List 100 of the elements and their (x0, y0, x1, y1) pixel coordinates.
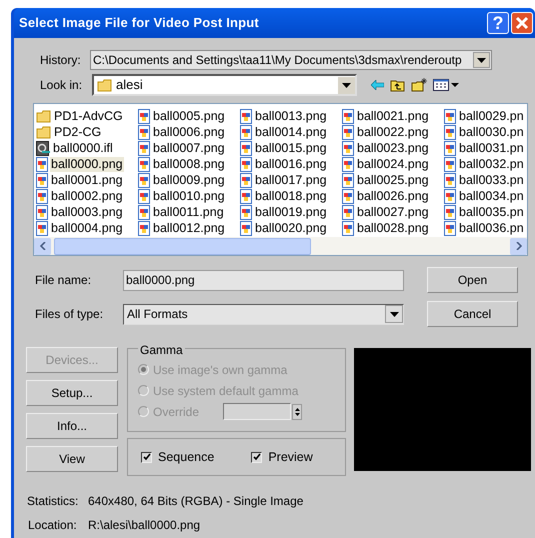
scroll-thumb[interactable] (54, 238, 311, 254)
file-item[interactable]: ball0025.png (342, 172, 444, 188)
file-item[interactable]: ball0026.png (342, 188, 444, 204)
file-item[interactable]: ball0028.png (342, 220, 444, 236)
image-file-icon (240, 124, 252, 140)
file-item[interactable]: ball0035.pn (444, 204, 527, 220)
look-in-dropdown[interactable]: alesi (92, 74, 357, 96)
file-item[interactable]: ball0018.png (240, 188, 342, 204)
scroll-left-button[interactable] (34, 238, 51, 254)
file-icon (36, 140, 50, 156)
help-button[interactable]: ? (487, 12, 509, 34)
open-button[interactable]: Open (427, 267, 518, 293)
file-item[interactable]: PD2-CG (36, 124, 138, 140)
caret-icon (390, 312, 398, 316)
side-button[interactable]: Info... (26, 413, 118, 439)
back-arrow-icon[interactable] (371, 80, 384, 90)
image-file-icon (138, 220, 150, 236)
dropdown-button[interactable] (338, 76, 355, 94)
image-file-icon (138, 188, 150, 204)
file-item[interactable]: ball0007.png (138, 140, 240, 156)
file-item[interactable]: ball0002.png (36, 188, 138, 204)
caret-icon (477, 58, 486, 62)
image-file-icon (342, 220, 354, 236)
file-item[interactable]: ball0020.png (240, 220, 342, 236)
file-item[interactable]: ball0034.pn (444, 188, 527, 204)
file-item[interactable]: ball0032.pn (444, 156, 527, 172)
image-file-icon (240, 156, 252, 172)
folder-icon (97, 78, 112, 92)
file-item[interactable]: ball0033.pn (444, 172, 527, 188)
file-item[interactable]: ball0008.png (138, 156, 240, 172)
file-item[interactable]: ball0030.pn (444, 124, 527, 140)
file-item[interactable]: ball0006.png (138, 124, 240, 140)
file-item[interactable]: ball0011.png (138, 204, 240, 220)
file-item[interactable]: ball0019.png (240, 204, 342, 220)
side-button[interactable]: Setup... (26, 380, 118, 406)
up-folder-icon[interactable] (390, 78, 405, 92)
radio-label: Use image's own gamma (153, 362, 288, 378)
folder-icon (36, 110, 51, 122)
image-file-icon (444, 156, 456, 172)
file-item[interactable]: ball0000.ifl (36, 140, 138, 156)
caret-icon (342, 82, 351, 88)
image-file-icon (36, 188, 48, 204)
image-file-icon (444, 140, 456, 156)
window-title: Select Image File for Video Post Input (19, 14, 260, 32)
image-file-icon (240, 108, 252, 124)
scroll-right-button[interactable] (510, 238, 527, 254)
file-item[interactable]: ball0014.png (240, 124, 342, 140)
file-item[interactable]: ball0023.png (342, 140, 444, 156)
dropdown-button[interactable] (385, 305, 403, 323)
image-file-icon (342, 188, 354, 204)
file-item[interactable]: ball0010.png (138, 188, 240, 204)
checkbox[interactable] (141, 452, 152, 462)
radio-label: Override (153, 404, 200, 420)
file-item[interactable]: PD1-AdvCG (36, 108, 138, 124)
image-file-icon (138, 204, 150, 220)
folder-icon (36, 126, 51, 138)
file-item[interactable]: ball0003.png (36, 204, 138, 220)
file-item[interactable]: ball0027.png (342, 204, 444, 220)
new-folder-icon[interactable] (411, 78, 427, 92)
horizontal-scrollbar[interactable] (34, 237, 527, 255)
location-value: R:\alesi\ball0000.png (88, 517, 200, 534)
file-item[interactable]: ball0001.png (36, 172, 138, 188)
file-name-field[interactable]: ball0000.png (123, 270, 404, 290)
file-item[interactable]: ball0015.png (240, 140, 342, 156)
image-file-icon (444, 220, 456, 236)
file-item[interactable]: ball0031.pn (444, 140, 527, 156)
image-file-icon (444, 108, 456, 124)
file-item[interactable]: ball0024.png (342, 156, 444, 172)
file-item[interactable]: ball0012.png (138, 220, 240, 236)
image-file-icon (36, 156, 48, 172)
close-button[interactable] (511, 12, 533, 34)
file-item[interactable]: ball0021.png (342, 108, 444, 124)
statistics-value: 640x480, 64 Bits (RGBA) - Single Image (88, 493, 304, 510)
file-item[interactable]: ball0036.pn (444, 220, 527, 236)
image-file-icon (444, 172, 456, 188)
image-file-icon (36, 220, 48, 236)
look-in-label: Look in: (40, 77, 84, 94)
image-file-icon (342, 204, 354, 220)
file-type-dropdown[interactable]: All Formats (123, 304, 404, 324)
file-item[interactable]: ball0017.png (240, 172, 342, 188)
image-file-icon (240, 220, 252, 236)
dropdown-button[interactable] (473, 52, 490, 68)
history-label: History: (40, 52, 82, 69)
file-item[interactable]: ball0009.png (138, 172, 240, 188)
side-button[interactable]: View (26, 446, 118, 472)
image-file-icon (240, 204, 252, 220)
cancel-button[interactable]: Cancel (427, 301, 518, 327)
file-item[interactable]: ball0005.png (138, 108, 240, 124)
file-item[interactable]: ball0029.pn (444, 108, 527, 124)
file-item[interactable]: ball0022.png (342, 124, 444, 140)
file-item[interactable]: ball0013.png (240, 108, 342, 124)
image-file-icon (138, 156, 150, 172)
view-menu-icon[interactable] (433, 79, 459, 91)
location-label: Location: (28, 517, 78, 534)
checkbox-label: Sequence (158, 448, 214, 466)
file-item[interactable]: ball0004.png (36, 220, 138, 236)
file-item[interactable]: ball0016.png (240, 156, 342, 172)
image-file-icon (138, 140, 150, 156)
history-dropdown[interactable]: C:\Documents and Settings\taa11\My Documents\3dsmax\renderoutp (90, 50, 492, 70)
checkbox[interactable] (251, 452, 262, 462)
